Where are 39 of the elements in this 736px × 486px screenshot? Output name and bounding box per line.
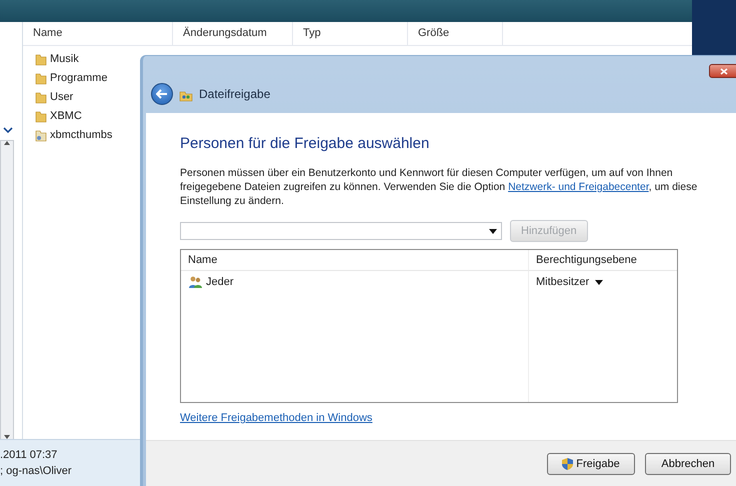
details-text: .2011 07:37 <box>0 449 58 461</box>
scrollbar[interactable] <box>0 140 14 440</box>
folder-icon <box>35 90 47 104</box>
file-name[interactable]: User <box>50 91 74 103</box>
file-name[interactable]: Programme <box>50 72 108 84</box>
back-button[interactable] <box>151 83 173 105</box>
share-button[interactable]: Freigabe <box>547 453 635 475</box>
group-name[interactable]: Jeder <box>206 276 234 288</box>
users-icon <box>188 276 203 288</box>
permission-level[interactable]: Mitbesitzer <box>536 276 590 288</box>
folder-icon <box>35 52 47 66</box>
column-header: Name <box>181 250 529 271</box>
back-arrow-icon <box>156 89 168 99</box>
shared-folder-icon <box>35 128 47 142</box>
dialog-heading: Personen für die Freigabe auswählen <box>180 135 430 152</box>
details-text: ; og-nas\Oliver <box>0 465 73 477</box>
dialog-title: Dateifreigabe <box>199 87 270 101</box>
column-header[interactable]: Änderungsdatum <box>173 22 293 45</box>
folder-icon <box>35 71 47 85</box>
shield-icon <box>562 458 574 470</box>
column-header[interactable]: Typ <box>293 22 408 45</box>
column-header[interactable]: Größe <box>408 22 503 45</box>
file-name[interactable]: Musik <box>50 53 79 65</box>
dropdown-arrow-icon <box>595 280 604 284</box>
chevron-down-icon[interactable] <box>3 126 13 134</box>
network-center-link[interactable]: Netzwerk- und Freigabecenter <box>508 181 649 193</box>
file-name[interactable]: XBMC <box>50 110 82 122</box>
cancel-button[interactable]: Abbrechen <box>645 453 731 475</box>
people-folder-icon <box>179 89 193 102</box>
column-header[interactable]: Name <box>23 22 173 45</box>
folder-icon <box>35 109 47 123</box>
column-header: Berechtigungsebene <box>529 250 677 271</box>
dropdown-arrow-icon <box>489 228 497 234</box>
close-button[interactable] <box>709 64 736 78</box>
scroll-up-icon[interactable] <box>4 141 10 145</box>
file-name[interactable]: xbmcthumbs <box>50 129 112 141</box>
close-icon <box>720 68 728 74</box>
more-sharing-link[interactable]: Weitere Freigabemethoden in Windows <box>180 412 372 424</box>
instruction-text: Personen müssen über ein Benutzerkonto und Kennwort für diesen Computer verfügen, um auf von Ihnen freigegebene Dateien zugreifen zu können. Verwenden Sie die Option Netzwerk- und Freigabecenter, um diese Einstellung zu ändern. <box>180 166 698 208</box>
